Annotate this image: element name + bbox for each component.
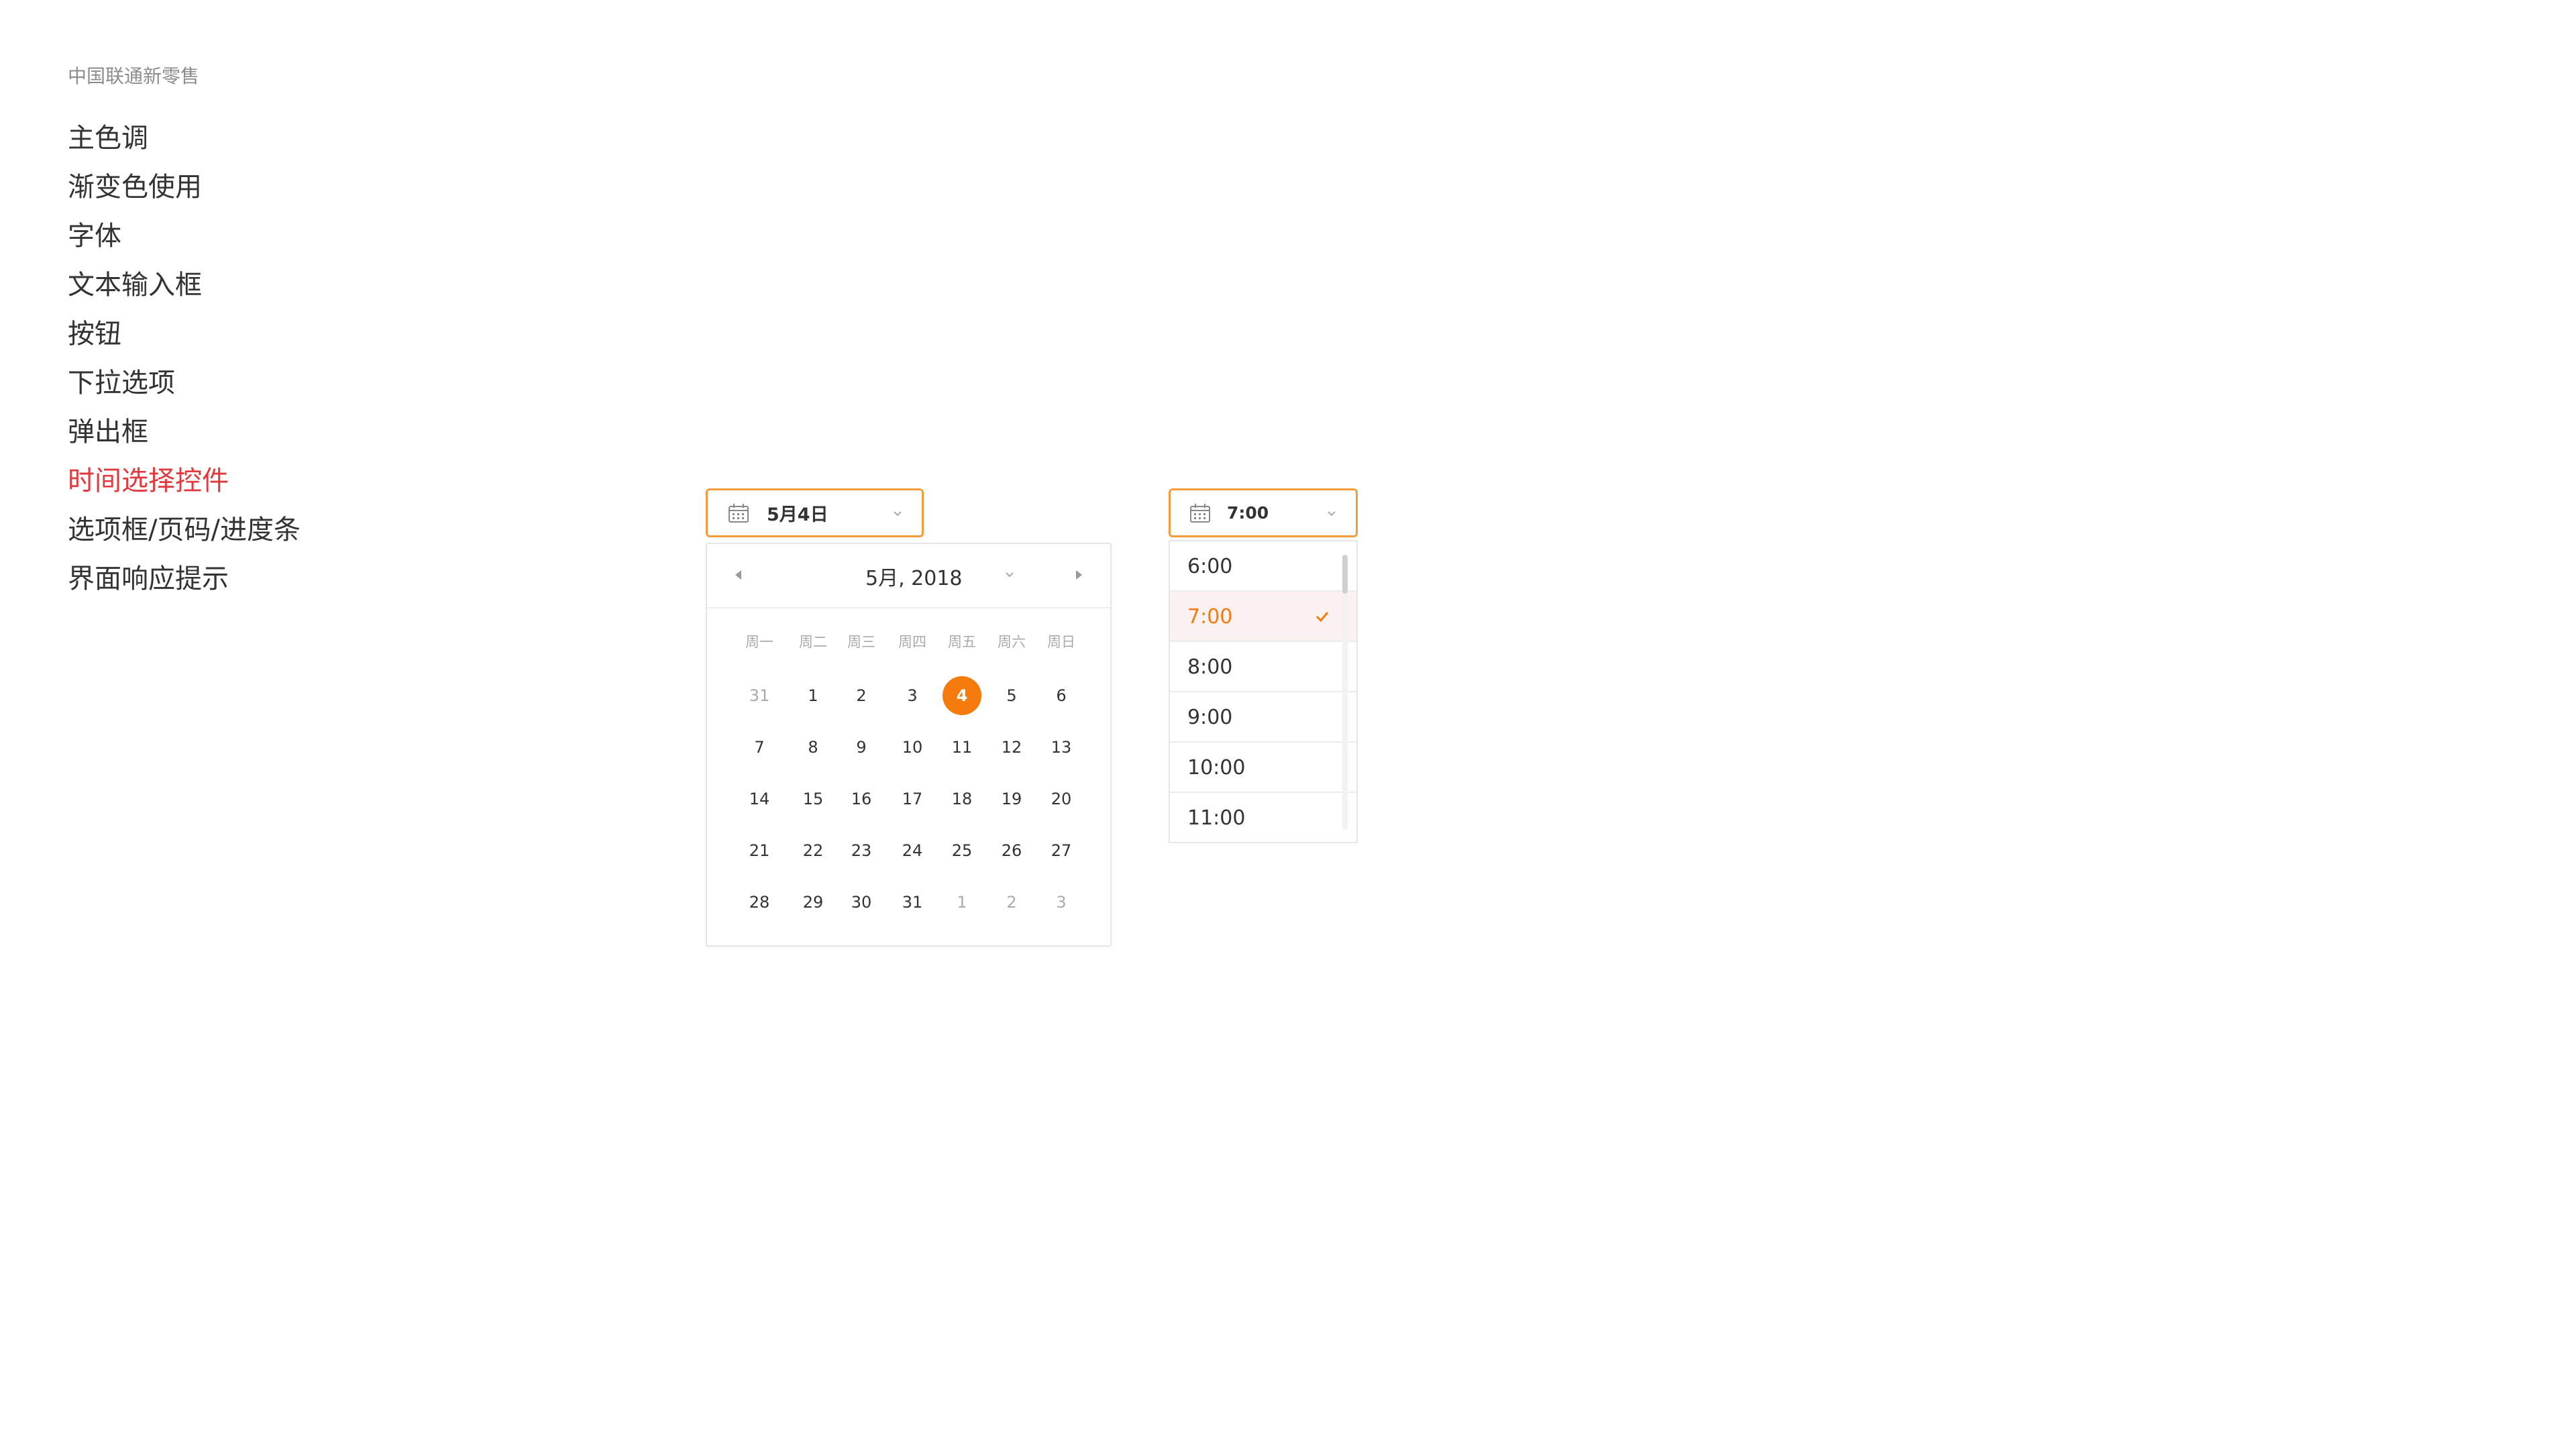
calendar-header: 5月, 2018	[707, 544, 1110, 608]
calendar-day[interactable]: 19	[992, 780, 1031, 818]
weekday-label: 周四	[898, 634, 926, 650]
time-option-label: 9:00	[1187, 706, 1233, 729]
time-option[interactable]: 9:00	[1170, 692, 1356, 743]
calendar-icon	[729, 503, 749, 523]
nav-item-main-color[interactable]: 主色调	[68, 117, 301, 166]
time-option[interactable]: 10:00	[1170, 743, 1356, 793]
calendar-day[interactable]: 1	[794, 676, 833, 715]
calendar-day[interactable]: 9	[842, 728, 881, 767]
nav-item-text-input[interactable]: 文本输入框	[68, 264, 301, 313]
calendar-popup: 5月, 2018 周一 周二 周三 周四 周五 周六 周日 31 1 2 3 4 5 6 7 8…	[706, 543, 1112, 947]
time-input-value: 7:00	[1227, 503, 1269, 523]
calendar-day[interactable]: 12	[992, 728, 1031, 767]
calendar-day[interactable]: 14	[740, 780, 779, 818]
nav-item-dropdown[interactable]: 下拉选项	[68, 362, 301, 411]
calendar-day[interactable]: 8	[794, 728, 833, 767]
weekday-label: 周一	[745, 634, 773, 650]
calendar-day[interactable]: 28	[740, 883, 779, 922]
calendar-day-selected[interactable]: 4	[943, 676, 981, 715]
check-icon	[1316, 612, 1329, 623]
date-input-value: 5月4日	[767, 504, 828, 525]
nav-item-gradient[interactable]: 渐变色使用	[68, 166, 301, 215]
nav-item-font[interactable]: 字体	[68, 215, 301, 264]
scrollbar[interactable]	[1342, 555, 1348, 830]
weekday-label: 周二	[799, 634, 827, 650]
nav-item-response-tips[interactable]: 界面响应提示	[68, 557, 301, 606]
calendar-icon	[1190, 503, 1210, 523]
calendar-day[interactable]: 30	[842, 883, 881, 922]
nav-item-button[interactable]: 按钮	[68, 313, 301, 362]
next-month-icon[interactable]	[1074, 568, 1085, 582]
calendar-day[interactable]: 20	[1042, 780, 1081, 818]
calendar-day[interactable]: 18	[943, 780, 981, 818]
calendar-day[interactable]: 29	[794, 883, 833, 922]
calendar-day[interactable]: 2	[842, 676, 881, 715]
calendar-day[interactable]: 21	[740, 831, 779, 870]
weekday-label: 周三	[847, 634, 875, 650]
time-input[interactable]: 7:00	[1169, 488, 1358, 537]
calendar-day[interactable]: 1	[943, 883, 981, 922]
date-input[interactable]: 5月4日	[706, 488, 924, 537]
time-option[interactable]: 8:00	[1170, 642, 1356, 692]
calendar-day[interactable]: 31	[740, 676, 779, 715]
time-option-selected[interactable]: 7:00	[1170, 592, 1356, 642]
chevron-down-icon[interactable]	[1004, 568, 1016, 580]
time-options-list: 6:00 7:00 8:00 9:00 10:00 11:00	[1169, 540, 1358, 843]
calendar-day[interactable]: 24	[893, 831, 932, 870]
calendar-day[interactable]: 3	[1042, 883, 1081, 922]
time-option-label: 11:00	[1187, 806, 1246, 830]
brand-title: 中国联通新零售	[68, 65, 200, 87]
calendar-day[interactable]: 6	[1042, 676, 1081, 715]
time-option-label: 8:00	[1187, 655, 1233, 679]
calendar-month-label[interactable]: 5月, 2018	[865, 561, 963, 591]
calendar-day[interactable]: 23	[842, 831, 881, 870]
calendar-day[interactable]: 16	[842, 780, 881, 818]
time-option-label: 10:00	[1187, 756, 1246, 780]
scrollbar-thumb[interactable]	[1342, 555, 1348, 594]
weekday-label: 周日	[1047, 634, 1075, 650]
chevron-down-icon	[1328, 511, 1336, 517]
calendar-day[interactable]: 11	[943, 728, 981, 767]
nav-item-time-picker[interactable]: 时间选择控件	[68, 460, 301, 508]
prev-month-icon[interactable]	[733, 568, 743, 582]
time-option[interactable]: 11:00	[1170, 793, 1356, 842]
calendar-day[interactable]: 7	[740, 728, 779, 767]
calendar-day[interactable]: 13	[1042, 728, 1081, 767]
nav-item-options-pagination-progress[interactable]: 选项框/页码/进度条	[68, 508, 301, 557]
time-option-label: 6:00	[1187, 555, 1233, 578]
calendar-day[interactable]: 15	[794, 780, 833, 818]
time-option-label: 7:00	[1187, 605, 1233, 629]
nav-item-popup[interactable]: 弹出框	[68, 411, 301, 460]
time-option[interactable]: 6:00	[1170, 541, 1356, 592]
chevron-down-icon	[894, 511, 902, 517]
weekday-row: 周一 周二 周三 周四 周五 周六 周日	[707, 631, 1110, 651]
calendar-day[interactable]: 31	[893, 883, 932, 922]
calendar-day[interactable]: 10	[893, 728, 932, 767]
calendar-day[interactable]: 5	[992, 676, 1031, 715]
calendar-day[interactable]: 27	[1042, 831, 1081, 870]
weekday-label: 周六	[998, 634, 1026, 650]
weekday-label: 周五	[948, 634, 976, 650]
calendar-day[interactable]: 25	[943, 831, 981, 870]
sidebar-nav: 主色调 渐变色使用 字体 文本输入框 按钮 下拉选项 弹出框 时间选择控件 选项…	[68, 117, 301, 606]
calendar-day[interactable]: 3	[893, 676, 932, 715]
calendar-day[interactable]: 17	[893, 780, 932, 818]
calendar-day[interactable]: 2	[992, 883, 1031, 922]
calendar-day[interactable]: 22	[794, 831, 833, 870]
calendar-day[interactable]: 26	[992, 831, 1031, 870]
